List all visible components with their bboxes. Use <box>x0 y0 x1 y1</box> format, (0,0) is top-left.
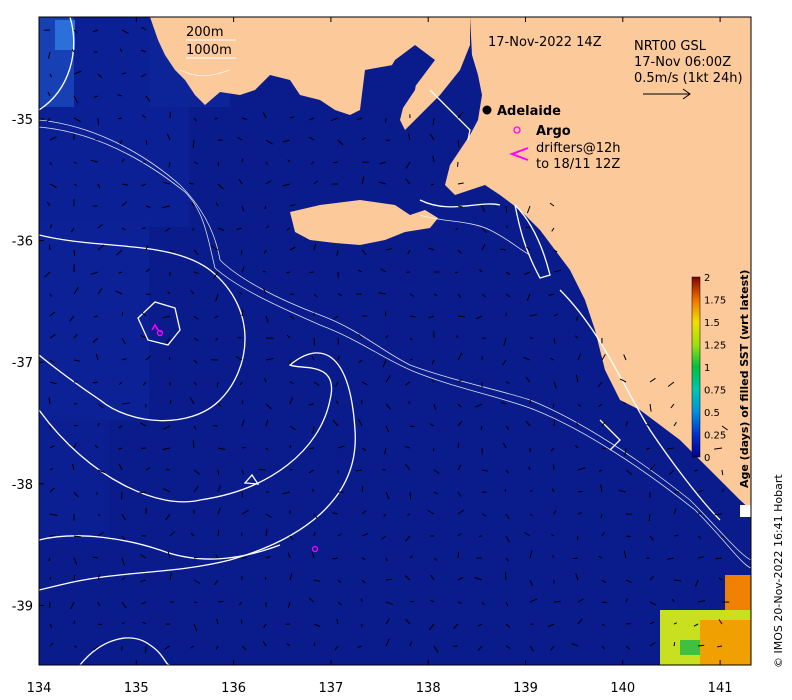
x-tick-label: 137 <box>318 681 343 696</box>
vector-time-label: 17-Nov 06:00Z <box>634 55 731 70</box>
current-vector <box>553 464 555 471</box>
colorbar-tick-label: 1.75 <box>704 296 726 307</box>
current-vector <box>309 271 315 273</box>
current-vector <box>577 490 583 493</box>
colorbar-tick-label: 0 <box>704 453 710 464</box>
current-vector <box>457 315 465 318</box>
sst-patch-warm <box>700 620 751 665</box>
colorbar-tick-label: 0.25 <box>704 431 726 442</box>
current-vector <box>360 598 363 603</box>
current-vector <box>409 491 412 500</box>
sst-patch <box>39 420 109 540</box>
y-tick-label: -38 <box>12 478 33 493</box>
contour-label-200m: 200m <box>186 25 223 40</box>
x-tick-label: 140 <box>610 681 635 696</box>
y-tick-label: -35 <box>12 113 33 128</box>
current-vector <box>97 117 99 126</box>
current-vector <box>384 311 387 317</box>
current-vector <box>165 468 171 471</box>
current-vector <box>73 424 78 427</box>
current-vector <box>576 535 579 540</box>
vector-scale-label: 0.5m/s (1kt 24h) <box>634 71 743 86</box>
current-vector <box>409 600 414 603</box>
current-vector <box>193 601 198 604</box>
sst-patch <box>39 220 149 420</box>
sst-age-map: Adelaide Argo drifters@12h to 18/11 12Z … <box>12 16 785 696</box>
current-vector <box>289 468 294 471</box>
current-vector <box>601 447 607 450</box>
x-tick-label: 139 <box>513 681 538 696</box>
current-vector <box>432 447 435 452</box>
current-vector <box>457 161 459 167</box>
current-vector <box>313 337 315 346</box>
credit-label: © IMOS 20-Nov-2022 16:41 Hobart <box>772 474 785 668</box>
colorbar-tick-label: 0.5 <box>704 408 720 419</box>
x-tick-label: 135 <box>124 681 149 696</box>
current-vector <box>240 619 243 625</box>
colorbar-label: Age (days) of filled SST (wrt latest) <box>738 270 751 488</box>
colorbar-tick-label: 2 <box>704 273 710 284</box>
current-vector <box>625 535 631 538</box>
sst-patch-warm <box>725 575 751 610</box>
current-vector <box>505 205 508 213</box>
colorbar <box>691 276 701 458</box>
sst-patch-warm <box>680 640 700 655</box>
argo-legend-label: Argo <box>536 124 571 139</box>
adelaide-dot <box>482 105 492 115</box>
current-vector <box>409 425 415 428</box>
x-tick-label: 134 <box>27 681 52 696</box>
drifters-legend-line2: to 18/11 12Z <box>536 157 620 172</box>
x-tick-label: 136 <box>221 681 246 696</box>
current-vector <box>553 601 561 603</box>
current-vector <box>241 557 248 559</box>
drifters-legend-line1: drifters@12h <box>536 141 621 156</box>
y-tick-label: -36 <box>12 235 33 250</box>
current-vector <box>48 244 51 251</box>
colorbar-tick-label: 0.75 <box>704 386 726 397</box>
colorbar-tick-label: 1.5 <box>704 318 720 329</box>
current-vector <box>217 161 220 167</box>
current-vector <box>457 551 460 559</box>
current-vector <box>73 574 76 581</box>
current-vector <box>241 446 246 449</box>
city-label: Adelaide <box>497 104 561 119</box>
contour-label-1000m: 1000m <box>186 43 232 58</box>
current-vector <box>573 557 579 560</box>
current-vector <box>73 620 76 625</box>
y-tick-label: -37 <box>12 356 33 371</box>
colorbar-tick-label: 1 <box>704 363 710 374</box>
current-vector <box>385 578 393 581</box>
current-vector <box>504 572 507 581</box>
current-vector <box>241 491 244 498</box>
current-vector <box>258 468 267 471</box>
x-tick-label: 138 <box>416 681 441 696</box>
sst-gap <box>740 505 751 517</box>
y-tick-label: -39 <box>12 599 33 614</box>
current-vector <box>714 513 723 516</box>
current-vector <box>289 359 291 364</box>
current-vector <box>237 337 243 339</box>
date-label: 17-Nov-2022 14Z <box>488 35 602 50</box>
colorbar-tick-label: 1.25 <box>704 341 726 352</box>
current-vector <box>332 161 339 164</box>
current-vector <box>217 600 224 603</box>
current-vector <box>145 293 151 295</box>
current-vector <box>457 442 460 449</box>
current-vector <box>385 139 390 142</box>
current-vector <box>264 576 267 581</box>
current-vector <box>49 534 56 537</box>
x-tick-label: 141 <box>708 681 733 696</box>
product-label: NRT00 GSL <box>634 39 707 54</box>
